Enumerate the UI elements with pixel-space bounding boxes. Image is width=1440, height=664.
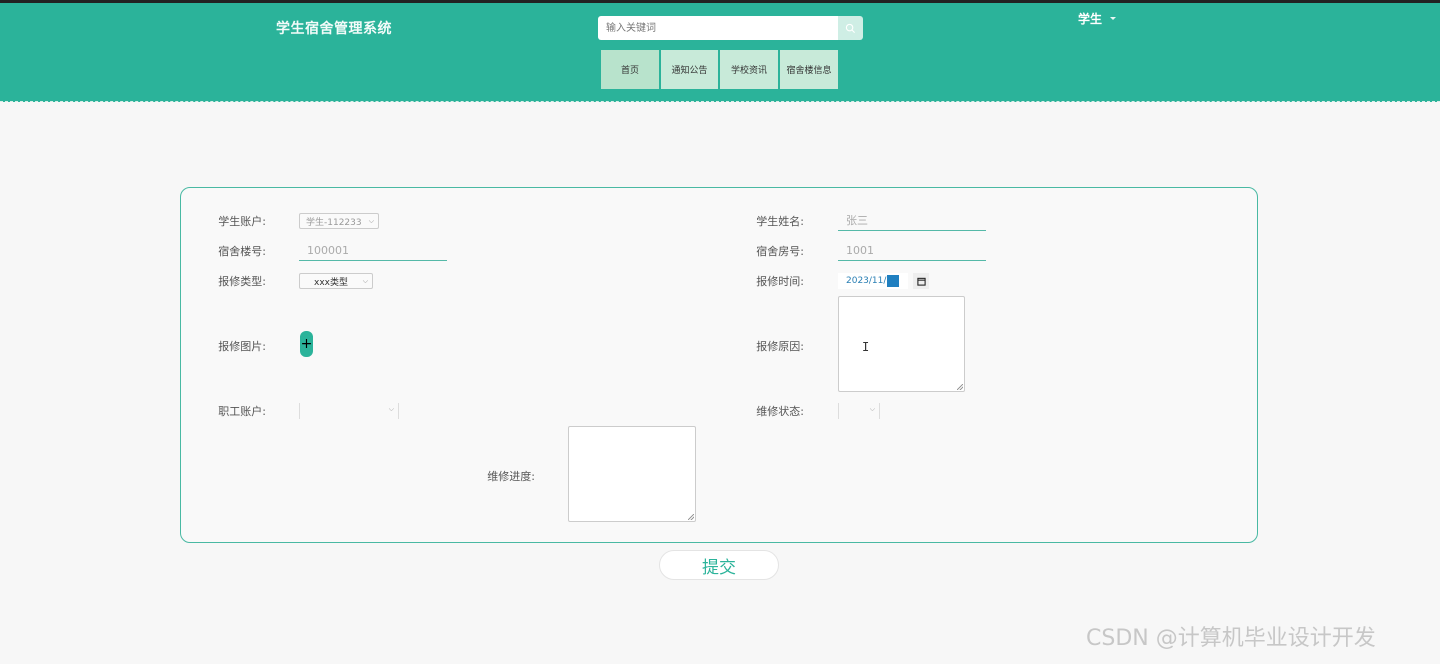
submit-button[interactable]: 提交 [659, 550, 779, 580]
staff-account-select[interactable]: ⌵ [299, 403, 399, 419]
nav-notices[interactable]: 通知公告 [661, 50, 718, 89]
nav-school-news[interactable]: 学校资讯 [720, 50, 778, 89]
site-header: 学生宿舍管理系统 学生 首页 通知公告 学校资讯 宿舍楼信息 [0, 3, 1440, 102]
watermark: CSDN @计算机毕业设计开发 [1086, 626, 1376, 651]
chevron-down-icon: ⌵ [362, 277, 368, 285]
user-menu[interactable]: 学生 [1078, 10, 1117, 27]
resize-handle-icon[interactable] [957, 384, 963, 390]
repair-type-value: xxx类型 [314, 277, 348, 288]
repair-time-input[interactable]: 2023/11/ [838, 273, 908, 289]
date-selection [887, 275, 900, 287]
repair-progress-textarea[interactable] [568, 426, 696, 522]
student-name-label: 学生姓名: [756, 215, 804, 228]
repair-status-label: 维修状态: [756, 405, 804, 418]
repair-type-label: 报修类型: [218, 275, 266, 288]
room-no-label: 宿舍房号: [756, 245, 804, 258]
repair-image-label: 报修图片: [218, 340, 266, 353]
user-name: 学生 [1078, 12, 1103, 26]
repair-reason-label: 报修原因: [756, 340, 804, 353]
student-name-field[interactable]: 张三 [838, 213, 986, 231]
repair-type-select[interactable]: xxx类型 ⌵ [299, 273, 373, 289]
repair-progress-label: 维修进度: [487, 470, 535, 483]
search-input[interactable] [598, 16, 838, 40]
search-bar [598, 16, 863, 40]
repair-reason-textarea[interactable] [838, 296, 965, 392]
nav-home[interactable]: 首页 [601, 50, 659, 89]
main-nav: 首页 通知公告 学校资讯 宿舍楼信息 [601, 50, 838, 89]
student-account-select[interactable]: 学生-112233 ⌵ [299, 213, 379, 229]
chevron-down-icon [1110, 17, 1117, 20]
search-button[interactable] [838, 16, 863, 40]
student-account-label: 学生账户: [218, 215, 266, 228]
repair-form [180, 187, 1258, 543]
repair-time-label: 报修时间: [756, 275, 804, 288]
repair-time-value: 2023/11/ [846, 276, 887, 286]
staff-account-label: 职工账户: [218, 405, 266, 418]
student-account-value: 学生-112233 [306, 217, 362, 228]
upload-image-button[interactable]: + [300, 331, 313, 357]
repair-status-select[interactable]: ⌵ [838, 403, 880, 419]
calendar-icon [916, 277, 926, 286]
room-no-field[interactable]: 1001 [838, 243, 986, 261]
building-no-label: 宿舍楼号: [218, 245, 266, 258]
site-title: 学生宿舍管理系统 [276, 21, 392, 37]
chevron-down-icon: ⌵ [368, 217, 374, 225]
text-cursor-icon: I [862, 340, 870, 354]
search-icon [845, 23, 856, 33]
nav-dorm-buildings[interactable]: 宿舍楼信息 [780, 50, 838, 89]
resize-handle-icon[interactable] [688, 514, 694, 520]
chevron-down-icon: ⌵ [388, 405, 394, 413]
chevron-down-icon: ⌵ [869, 405, 875, 413]
building-no-field[interactable]: 100001 [299, 243, 447, 261]
calendar-button[interactable] [913, 273, 929, 289]
